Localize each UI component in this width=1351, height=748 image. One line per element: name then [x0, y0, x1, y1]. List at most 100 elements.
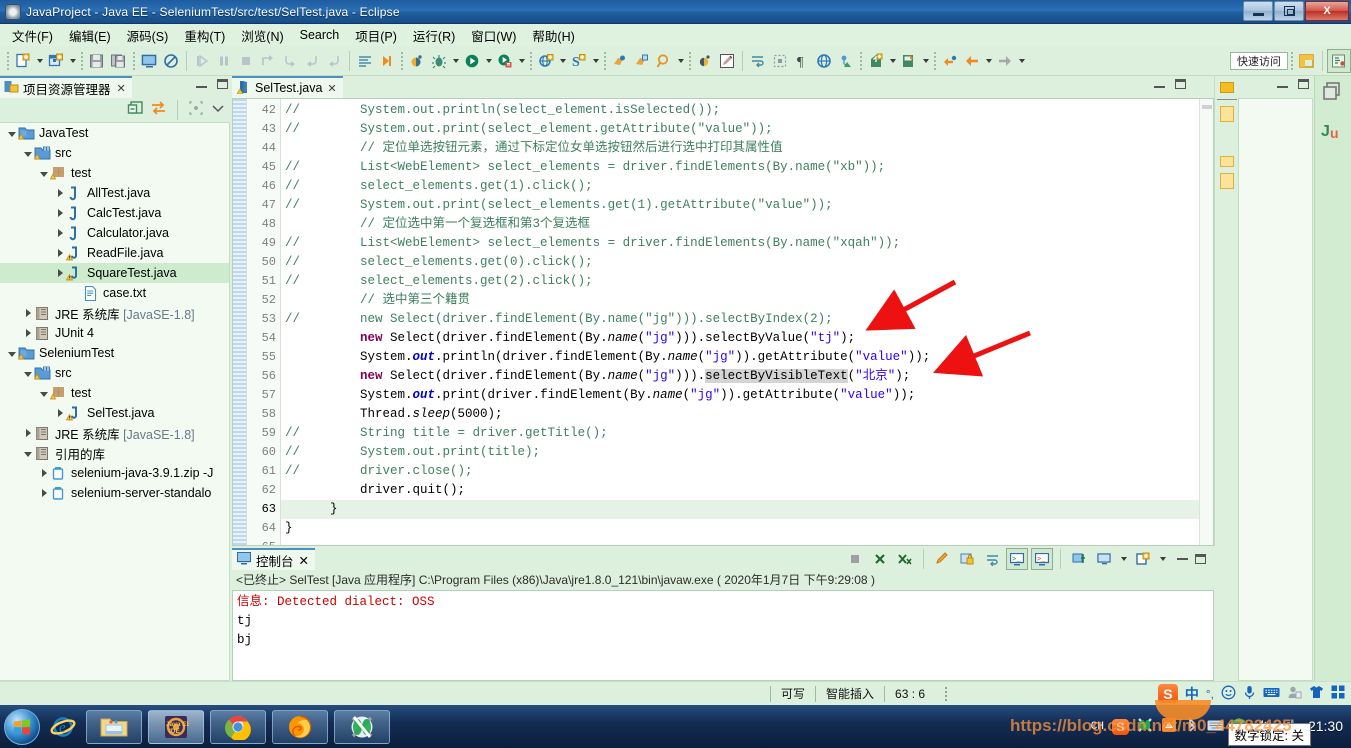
junit-view-icon[interactable]: Ju [1321, 119, 1345, 146]
toolbox-icon[interactable] [1331, 685, 1345, 702]
new-wizard-icon[interactable] [12, 50, 34, 72]
java-ee-perspective-icon[interactable] [1327, 48, 1351, 73]
tab-console[interactable]: 控制台 ✕ [232, 548, 315, 570]
code-line[interactable]: // new Select(driver.findElement(By.name… [281, 310, 1199, 329]
twisty-collapsed-icon[interactable] [38, 466, 50, 480]
no-entry-icon[interactable] [160, 50, 182, 72]
close-icon[interactable]: ✕ [299, 553, 309, 568]
debug-icon[interactable] [428, 50, 450, 72]
twisty-expanded-icon[interactable] [38, 166, 50, 180]
voice-input-icon[interactable] [1243, 685, 1256, 703]
toolbar-grip-9[interactable] [934, 51, 936, 70]
code-line[interactable]: System.out.print(driver.findElement(By.n… [281, 386, 1199, 405]
code-line[interactable]: // 定位选中第一个复选框和第3个复选框 [281, 215, 1199, 234]
editor-overview-ruler[interactable] [1199, 99, 1213, 545]
code-line[interactable]: // select_elements.get(1).click(); [281, 177, 1199, 196]
open-task-icon[interactable] [631, 50, 653, 72]
close-icon[interactable]: ✕ [117, 82, 126, 95]
fold-marker-icon[interactable] [1219, 82, 1234, 93]
tree-item-1[interactable]: JavaTest [0, 123, 229, 143]
coverage-icon[interactable] [406, 50, 428, 72]
twisty-collapsed-icon[interactable] [54, 266, 66, 280]
new-perspective-icon[interactable] [1296, 50, 1318, 72]
close-icon[interactable]: ✕ [327, 82, 336, 95]
twisty-collapsed-icon[interactable] [54, 186, 66, 200]
tree-item-12[interactable]: SeleniumTest [0, 343, 229, 363]
tree-item-18[interactable]: selenium-java-3.9.1.zip -J [0, 463, 229, 483]
globe-icon[interactable] [813, 50, 835, 72]
menu-item-9[interactable]: 窗口(W) [463, 24, 524, 47]
open-console-dropdown-icon[interactable] [1157, 548, 1168, 570]
external-tools-icon[interactable] [494, 50, 516, 72]
tree-item-11[interactable]: JUnit 4 [0, 323, 229, 343]
internet-explorer-icon[interactable]: e [46, 710, 80, 744]
new-java-dropdown-icon[interactable] [67, 50, 78, 72]
search-string-icon[interactable]: S [568, 50, 590, 72]
collapse-all-icon[interactable] [127, 100, 144, 121]
menu-item-6[interactable]: Search [292, 26, 348, 44]
maximize-icon[interactable] [1195, 554, 1206, 564]
code-line[interactable]: } [281, 500, 1199, 519]
tab-seltest-java[interactable]: SelTest.java ✕ [232, 76, 343, 98]
menu-item-4[interactable]: 重构(T) [176, 24, 233, 47]
menu-item-2[interactable]: 编辑(E) [61, 24, 119, 47]
twisty-collapsed-icon[interactable] [22, 326, 34, 340]
focus-icon[interactable] [188, 100, 204, 121]
keyboard-tray-icon[interactable] [1207, 719, 1224, 735]
maximize-icon[interactable] [1298, 79, 1309, 89]
tree-item-17[interactable]: 引用的库 [0, 443, 229, 463]
code-line[interactable]: // System.out.print(title); [281, 443, 1199, 462]
code-line[interactable]: Thread.sleep(5000); [281, 405, 1199, 424]
project-tree[interactable]: JavaTest src test AllTest.java CalcTest.java… [0, 122, 230, 681]
tab-project-explorer[interactable]: 项目资源管理器 ✕ [0, 76, 132, 98]
menu-item-5[interactable]: 浏览(N) [233, 24, 291, 47]
console-output[interactable]: 信息: Detected dialect: OSS tj bj [232, 590, 1214, 681]
twisty-expanded-icon[interactable] [38, 386, 50, 400]
editor-body[interactable]: 42 43 44 45 46 47 48 49 50 51 52 53 54 55 56 57 58 59 60 61… [232, 98, 1214, 546]
toolbar-grip-2[interactable] [81, 51, 83, 70]
external-tools-dropdown-icon[interactable] [516, 50, 527, 72]
import-icon[interactable] [898, 50, 920, 72]
web-browser-icon[interactable] [535, 50, 557, 72]
code-line[interactable]: // System.out.print(select_element.getAt… [281, 120, 1199, 139]
twisty-collapsed-icon[interactable] [54, 246, 66, 260]
scroll-lock-icon[interactable] [956, 548, 978, 570]
code-line[interactable]: // select_elements.get(0).click(); [281, 253, 1199, 272]
toolbar-grip-10[interactable] [1291, 51, 1293, 70]
code-line[interactable]: // select_elements.get(2).click(); [281, 272, 1199, 291]
show-console-stderr-icon[interactable]: >_ [1031, 548, 1053, 570]
run-last-tool-icon[interactable] [376, 50, 398, 72]
toolbar-grip[interactable] [7, 51, 9, 70]
restore-view-icon[interactable] [1322, 80, 1344, 107]
twisty-collapsed-icon[interactable] [54, 206, 66, 220]
save-icon[interactable] [86, 50, 108, 72]
tray-language-indicator[interactable]: CH [1091, 721, 1104, 733]
search-dropdown-icon[interactable] [590, 50, 601, 72]
coverage-small-icon[interactable] [694, 50, 716, 72]
import-dropdown-icon[interactable] [920, 50, 931, 72]
menu-item-3[interactable]: 源码(S) [119, 24, 177, 47]
toolbar-grip-4[interactable] [401, 51, 403, 70]
tree-item-5[interactable]: CalcTest.java [0, 203, 229, 223]
link-icon[interactable] [835, 50, 857, 72]
twisty-expanded-icon[interactable] [22, 446, 34, 460]
run-icon[interactable] [461, 50, 483, 72]
code-line[interactable]: // List<WebElement> select_elements = dr… [281, 158, 1199, 177]
tree-item-13[interactable]: src [0, 363, 229, 383]
fold-marker-icon[interactable] [1219, 156, 1234, 167]
editor-annotation-ruler[interactable] [233, 99, 247, 545]
run-dropdown-icon[interactable] [483, 50, 494, 72]
fold-marker-icon[interactable] [1219, 173, 1234, 189]
code-line[interactable]: // 选中第三个籍贯 [281, 291, 1199, 310]
editor-text-area[interactable]: // System.out.println(select_element.isS… [281, 99, 1199, 545]
back-dropdown-icon[interactable] [983, 50, 994, 72]
web-dropdown-icon[interactable] [557, 50, 568, 72]
edit-icon[interactable] [716, 50, 738, 72]
toolbar-grip-8[interactable] [860, 51, 862, 70]
search-arrow-icon[interactable] [675, 50, 686, 72]
code-line[interactable]: // System.out.println(select_element.isS… [281, 101, 1199, 120]
maximize-icon[interactable] [217, 79, 228, 89]
sogou-tray-icon[interactable]: S [1111, 718, 1129, 735]
xmind-icon[interactable] [334, 709, 390, 744]
tree-item-2[interactable]: src [0, 143, 229, 163]
